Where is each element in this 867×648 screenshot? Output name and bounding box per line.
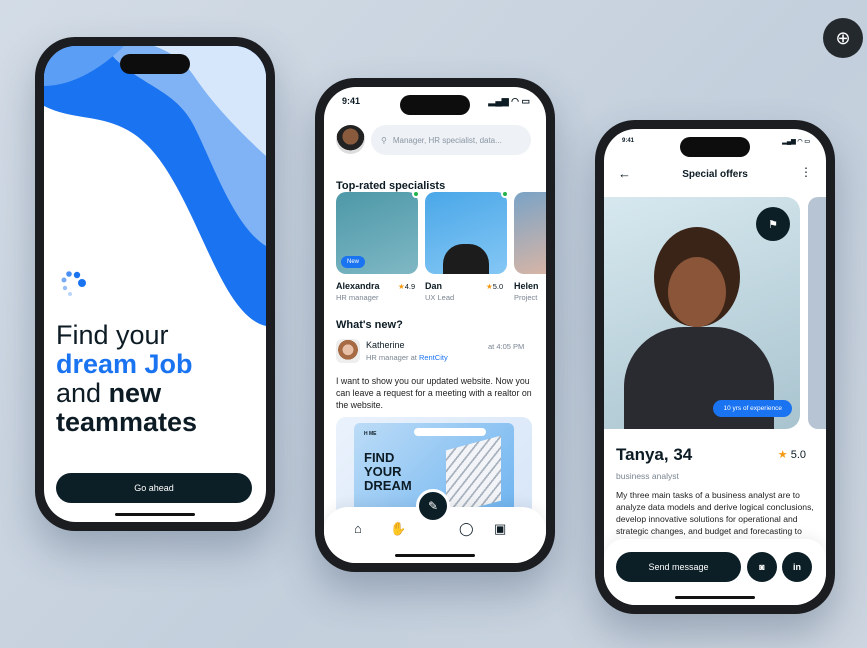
preview-title: FIND YOUR DREAM [364,450,412,493]
nav-briefcase-icon[interactable]: ▣ [494,521,506,537]
send-message-button[interactable]: Send message [616,552,741,582]
profile-name: Tanya, 34 [616,445,693,464]
profile-rating: 5.0 [790,449,806,461]
loading-spinner-icon [58,268,88,298]
specialist-card-alexandra[interactable]: New [336,190,420,274]
status-time: 9:41 [342,96,361,106]
new-badge: New [341,256,366,268]
specialist-name: Dan [425,281,443,291]
search-placeholder: Manager, HR specialist, data... [392,135,502,145]
phone-onboarding: Find your dream Job and new teammates Go… [35,37,275,531]
specialist-card-dan[interactable] [425,190,509,274]
post-author-avatar[interactable] [336,339,360,363]
nav-chat-icon[interactable]: ◯ [459,521,474,537]
experience-badge: 10 yrs of experience [713,400,792,417]
signal-wifi-battery-icon: ▂▄▆ ◠ ▭ [782,139,810,145]
edit-icon: ✎ [427,499,439,513]
compose-button[interactable]: ✎ [416,489,450,523]
next-card-peek[interactable] [808,197,826,429]
signal-wifi-battery-icon: ▂▄▆ ◠ ▭ [488,96,530,106]
specialist-name: Alexandra [336,281,380,291]
section-title-top-rated: Top-rated specialists [336,180,446,192]
zoom-in-icon: ⊕ [835,27,851,48]
company-link[interactable]: RentCity [419,353,448,362]
headline-line4: teammates [56,407,198,437]
phone-feed: 9:41 ▂▄▆ ◠ ▭ ⚲ Manager, HR specialist, dat… [315,78,555,572]
bookmark-icon: ⚑ [768,218,778,231]
more-icon[interactable]: ⋮ [800,165,812,179]
page-title: Special offers [682,169,748,180]
profile-photo[interactable]: ⚑ 10 yrs of experience [604,197,800,429]
nav-wave-icon[interactable]: ✋ [390,521,406,537]
headline-line1: Find your [56,320,169,350]
bookmark-button[interactable]: ⚑ [756,207,790,241]
post-text: I want to show you our updated website. … [336,376,532,410]
star-icon: ★ [777,449,788,461]
star-icon: ★ [486,282,493,291]
phone-profile: 9:41 ▂▄▆ ◠ ▭ ← Special offers ⋮ ⚑ 10 yrs … [595,120,835,614]
preview-logo: H ME [364,431,377,437]
post-author: Katherine [366,340,405,350]
zoom-in-button[interactable]: ⊕ [823,18,863,58]
nav-home-icon[interactable]: ⌂ [354,521,362,536]
star-icon: ★ [398,282,405,291]
instagram-icon: ◙ [759,562,765,572]
headline-line3b: new [108,378,162,408]
specialist-rating: 5.0 [492,282,504,291]
specialist-role: HR manager [336,293,379,302]
status-time: 9:41 [622,138,635,144]
headline-line3a: and [56,378,109,408]
instagram-button[interactable]: ◙ [747,552,777,582]
post-author-role: HR manager at [366,353,419,362]
specialist-card-helen[interactable] [514,192,546,274]
onboarding-headline: Find your dream Job and new teammates [56,321,197,437]
go-ahead-button[interactable]: Go ahead [56,473,252,503]
post-time: at 4:05 PM [488,342,525,351]
search-icon: ⚲ [381,135,387,145]
section-title-whats-new: What's new? [336,319,403,331]
specialist-role: Project [514,293,538,302]
specialist-name: Helen [514,281,539,291]
specialist-role: UX Lead [425,293,455,302]
headline-line2: dream Job [56,349,193,379]
specialist-rating: 4.9 [404,282,416,291]
linkedin-button[interactable]: in [782,552,812,582]
linkedin-icon: in [793,562,801,572]
user-avatar[interactable] [336,125,365,154]
profile-role: business analyst [616,471,679,481]
search-input[interactable]: ⚲ Manager, HR specialist, data... [371,125,531,155]
